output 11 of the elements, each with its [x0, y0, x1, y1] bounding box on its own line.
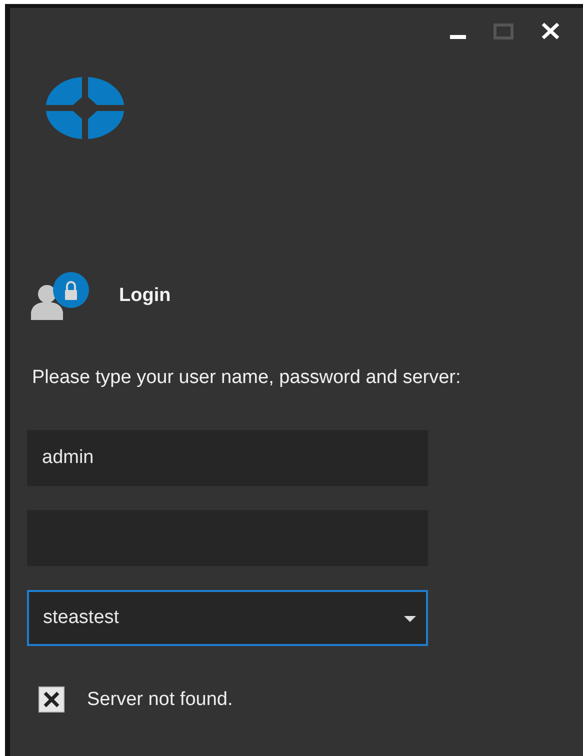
username-field[interactable]: admin: [27, 430, 428, 486]
login-title: Login: [119, 285, 171, 307]
error-message: Server not found.: [87, 688, 233, 710]
server-dropdown[interactable]: steastest: [27, 590, 428, 646]
instruction-text: Please type your user name, password and server:: [32, 367, 462, 389]
close-button[interactable]: [540, 22, 562, 42]
error-icon: [38, 686, 65, 713]
logo-icon: [46, 77, 124, 139]
caret-icon[interactable]: [404, 616, 416, 622]
minimize-button[interactable]: [450, 35, 466, 39]
user-lock-icon: [31, 272, 89, 320]
